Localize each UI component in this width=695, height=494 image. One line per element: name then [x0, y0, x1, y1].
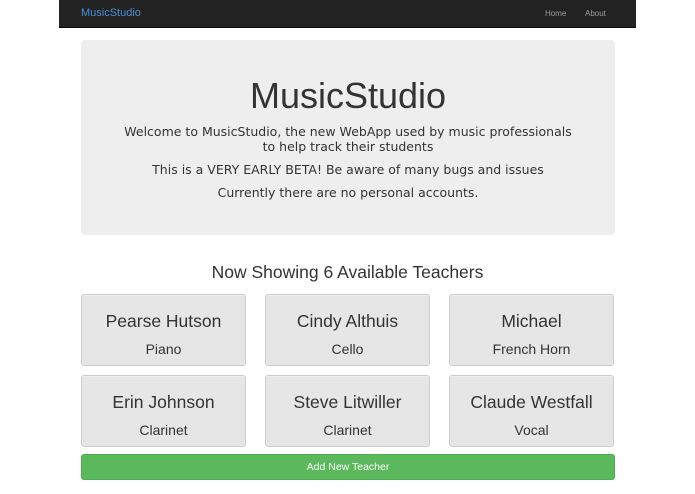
- teacher-instrument: Cello: [331, 341, 364, 357]
- accounts-notice-text: Currently there are no personal accounts…: [217, 185, 479, 200]
- nav-home-link[interactable]: Home: [545, 9, 566, 18]
- teacher-instrument: Clarinet: [323, 422, 372, 438]
- teacher-card[interactable]: Claude Westfall Vocal: [449, 375, 614, 447]
- teacher-card[interactable]: Cindy Althuis Cello: [265, 294, 430, 366]
- teacher-name: Michael: [501, 311, 562, 331]
- beta-warning-text: This is a VERY EARLY BETA! Be aware of m…: [152, 162, 544, 177]
- welcome-text: Welcome to MusicStudio, the new WebApp u…: [124, 124, 572, 154]
- teacher-name: Claude Westfall: [470, 392, 593, 412]
- teacher-card[interactable]: Steve Litwiller Clarinet: [265, 375, 430, 447]
- add-teacher-button[interactable]: Add New Teacher: [81, 454, 615, 480]
- teachers-heading: Now Showing 6 Available Teachers: [211, 262, 484, 282]
- page-title: MusicStudio: [249, 75, 447, 116]
- teacher-card[interactable]: Erin Johnson Clarinet: [81, 375, 246, 447]
- teacher-instrument: French Horn: [492, 341, 571, 357]
- teacher-name: Pearse Hutson: [105, 311, 222, 331]
- teacher-instrument: Piano: [145, 341, 182, 357]
- teacher-name: Cindy Althuis: [296, 311, 399, 331]
- top-navbar: MusicStudio Home About: [59, 0, 636, 28]
- nav-about-link[interactable]: About: [585, 9, 606, 18]
- brand-link[interactable]: MusicStudio: [81, 7, 141, 19]
- teacher-card[interactable]: Pearse Hutson Piano: [81, 294, 246, 366]
- teacher-instrument: Vocal: [514, 422, 549, 438]
- teacher-name: Steve Litwiller: [293, 392, 402, 412]
- teacher-card[interactable]: Michael French Horn: [449, 294, 614, 366]
- teacher-name: Erin Johnson: [112, 392, 215, 412]
- welcome-jumbotron: MusicStudio Welcome to MusicStudio, the …: [81, 40, 615, 235]
- teacher-instrument: Clarinet: [139, 422, 188, 438]
